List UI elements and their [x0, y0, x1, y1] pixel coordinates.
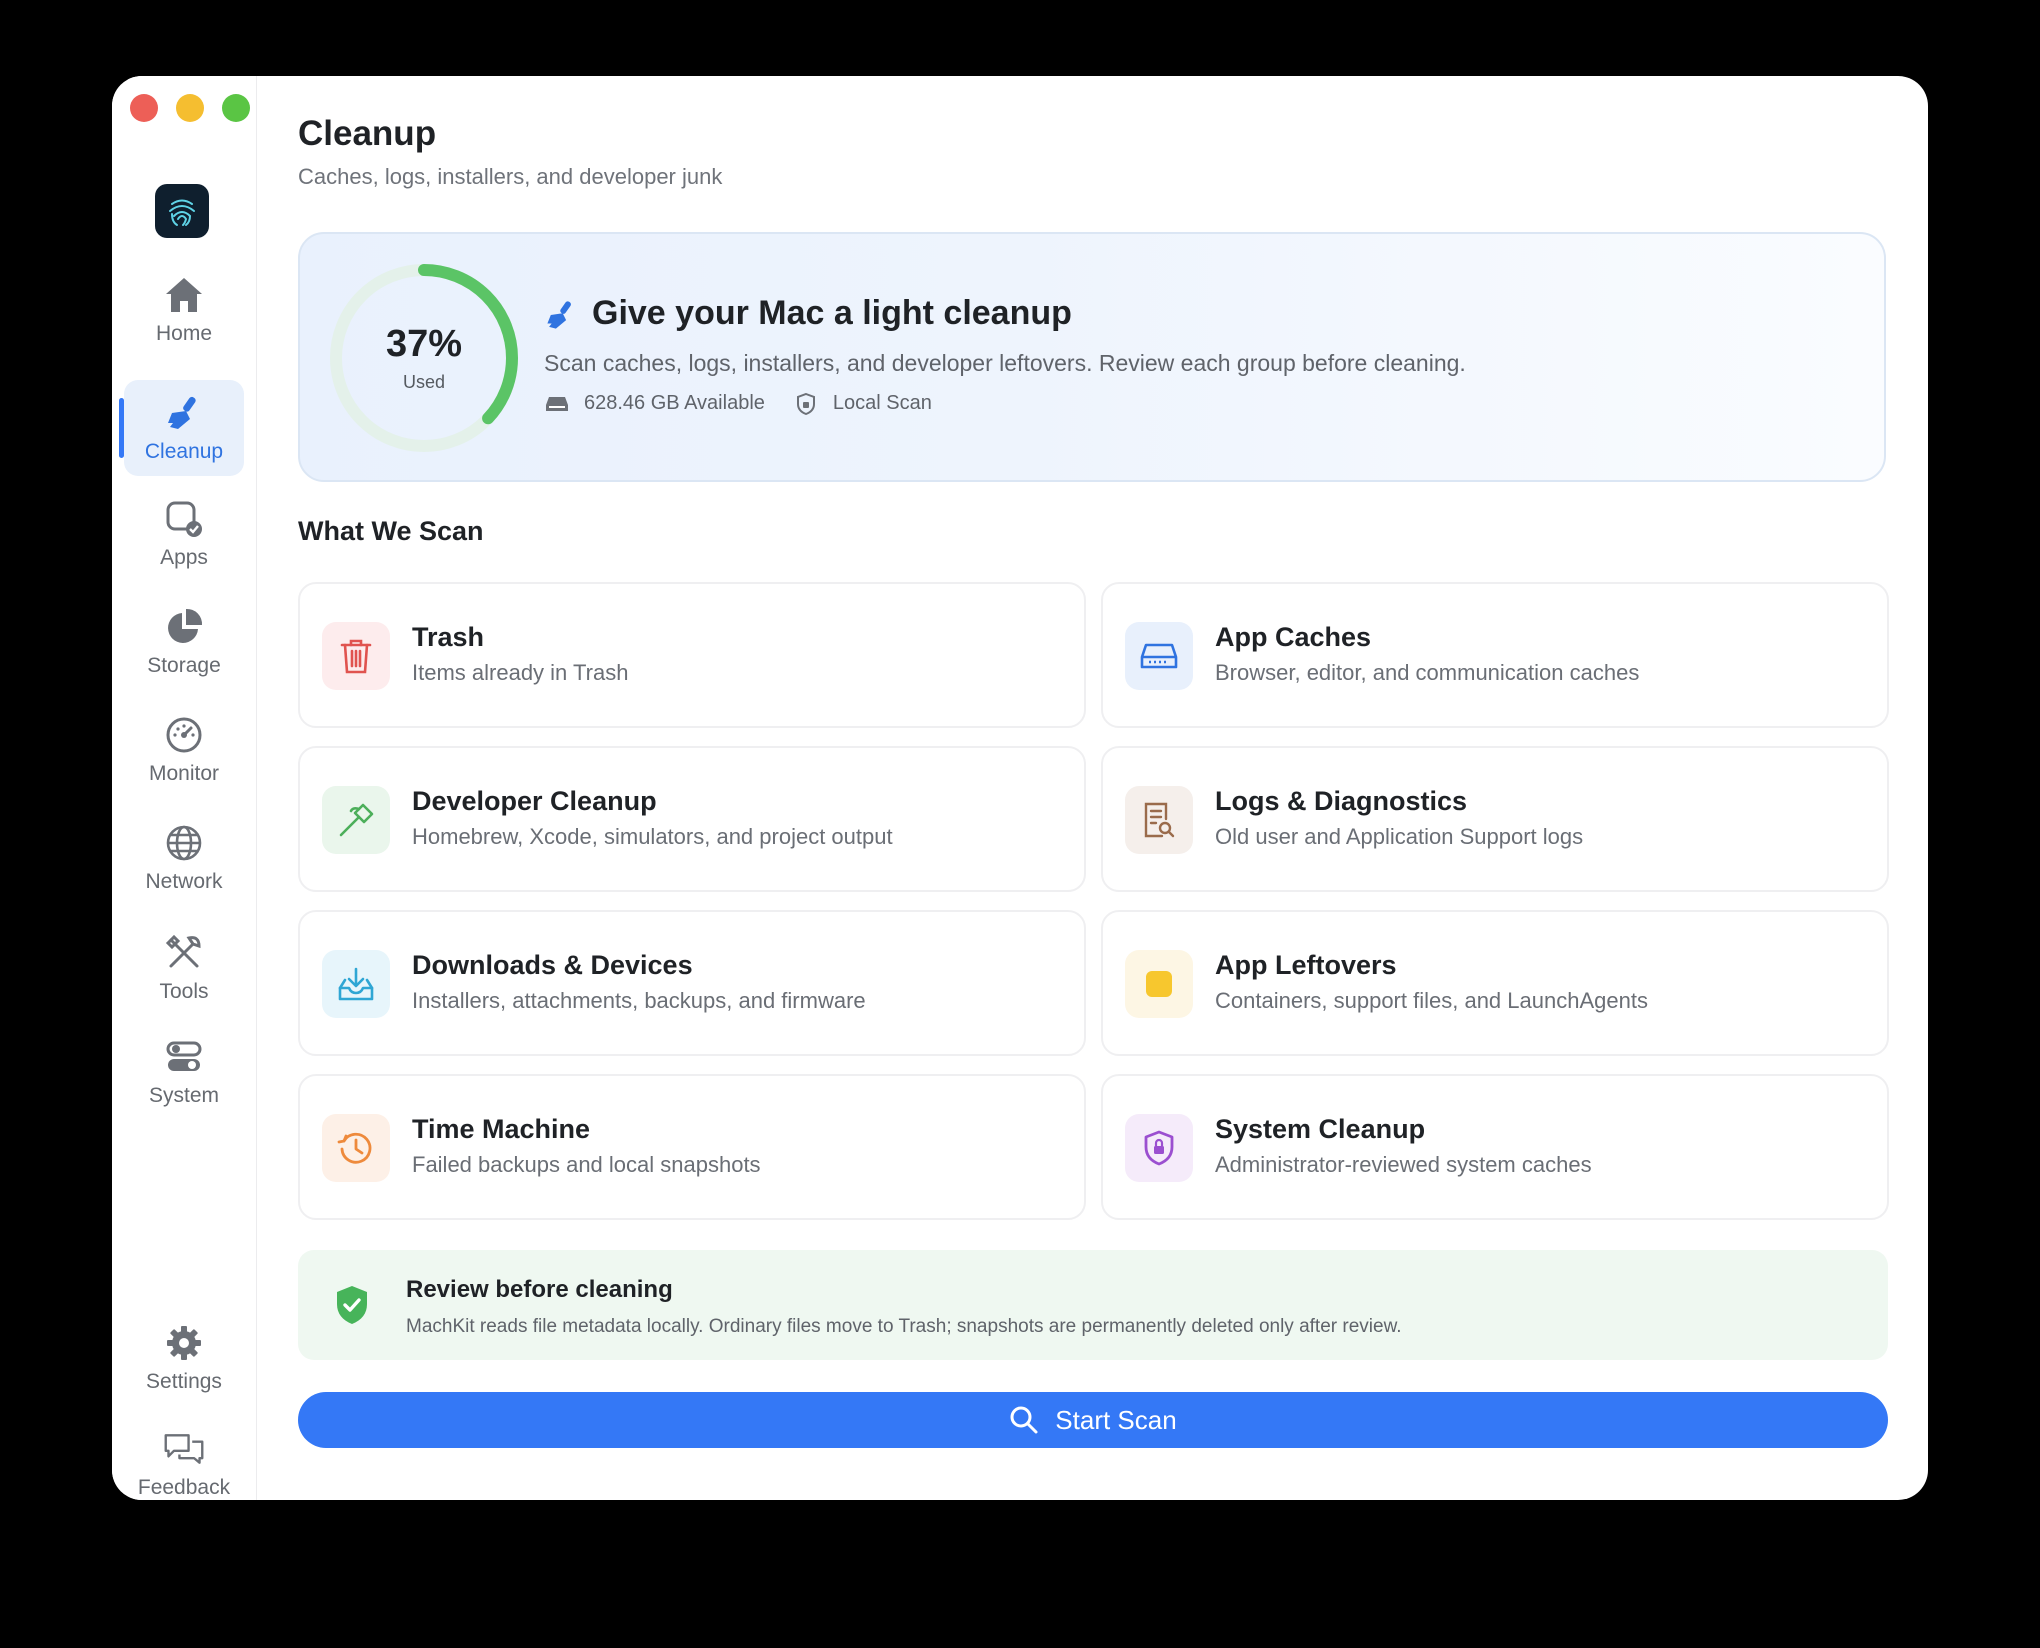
- card-subtitle: Installers, attachments, backups, and fi…: [412, 988, 866, 1013]
- card-title: App Caches: [1215, 622, 1372, 652]
- square-icon: [1125, 950, 1193, 1018]
- scan-card-time-machine[interactable]: Time Machine Failed backups and local sn…: [298, 1074, 1086, 1220]
- sidebar-item-label: Monitor: [148, 762, 220, 785]
- app-logo: [155, 184, 209, 238]
- fingerprint-icon: [169, 199, 195, 226]
- card-title: Time Machine: [412, 1114, 591, 1144]
- hammer-icon: [322, 786, 390, 854]
- start-scan-button[interactable]: Start Scan: [298, 1392, 1888, 1448]
- drive-icon: [544, 393, 570, 415]
- section-title: What We Scan: [298, 516, 484, 546]
- globe-icon: [163, 822, 205, 864]
- start-scan-label: Start Scan: [1055, 1404, 1177, 1435]
- sidebar-item-cleanup[interactable]: Cleanup: [119, 380, 244, 476]
- card-title: Developer Cleanup: [412, 786, 657, 816]
- page-title: Cleanup: [298, 114, 437, 153]
- hero-title: Give your Mac a light cleanup: [592, 294, 1072, 332]
- scan-card-developer-cleanup[interactable]: Developer Cleanup Homebrew, Xcode, simul…: [298, 746, 1086, 892]
- sidebar-item-label: Network: [145, 870, 223, 893]
- hero-description: Scan caches, logs, installers, and devel…: [544, 350, 1466, 376]
- apps-icon: [163, 498, 205, 540]
- sidebar-item-monitor[interactable]: Monitor: [124, 702, 244, 798]
- used-percent: 37%: [385, 323, 463, 365]
- scan-card-downloads-devices[interactable]: Downloads & Devices Installers, attachme…: [298, 910, 1086, 1056]
- sidebar-item-label: Tools: [159, 980, 209, 1003]
- sidebar-item-home[interactable]: Home: [124, 262, 244, 358]
- scan-card-logs-diagnostics[interactable]: Logs & Diagnostics Old user and Applicat…: [1101, 746, 1889, 892]
- card-subtitle: Items already in Trash: [412, 660, 629, 685]
- zoom-window-button[interactable]: [222, 94, 250, 122]
- sidebar-item-label: Home: [155, 322, 213, 345]
- card-subtitle: Homebrew, Xcode, simulators, and project…: [412, 824, 893, 849]
- window-controls: [130, 94, 250, 122]
- drive-icon: [1125, 622, 1193, 690]
- close-window-button[interactable]: [130, 94, 158, 122]
- gauge-icon: [163, 714, 205, 756]
- house-icon: [163, 274, 205, 316]
- card-title: Trash: [412, 622, 485, 652]
- review-notice: Review before cleaning MachKit reads fil…: [298, 1250, 1888, 1360]
- sidebar-item-system[interactable]: System: [124, 1024, 244, 1120]
- page-subtitle: Caches, logs, installers, and developer …: [298, 164, 723, 189]
- available-space: 628.46 GB Available: [584, 392, 765, 414]
- chat-bubbles-icon: [163, 1428, 205, 1470]
- card-subtitle: Failed backups and local snapshots: [412, 1152, 761, 1177]
- scan-card-app-leftovers[interactable]: App Leftovers Containers, support files,…: [1101, 910, 1889, 1056]
- pie-chart-icon: [163, 606, 205, 648]
- card-subtitle: Old user and Application Support logs: [1215, 824, 1584, 849]
- sidebar-item-apps[interactable]: Apps: [124, 486, 244, 582]
- scan-mode: Local Scan: [832, 392, 932, 414]
- tray-download-icon: [322, 950, 390, 1018]
- cleanup-hero-card: 37% Used Give your Mac a light cleanup S…: [298, 232, 1886, 482]
- sidebar-item-tools[interactable]: Tools: [124, 920, 244, 1016]
- review-title: Review before cleaning: [406, 1276, 673, 1303]
- hero-meta: 628.46 GB Available Local Scan: [544, 392, 932, 415]
- sidebar-item-label: Cleanup: [144, 440, 224, 463]
- checkmark-shield-icon: [337, 1286, 367, 1324]
- sidebar-item-storage[interactable]: Storage: [124, 594, 244, 690]
- card-subtitle: Containers, support files, and LaunchAge…: [1215, 988, 1648, 1013]
- lock-shield-icon: [1125, 1114, 1193, 1182]
- review-description: MachKit reads file metadata locally. Ord…: [406, 1316, 1402, 1337]
- clock-history-icon: [322, 1114, 390, 1182]
- search-icon: [1009, 1405, 1039, 1435]
- sidebar: Home Cleanup Apps Storage Monitor Networ…: [112, 76, 257, 1500]
- sidebar-item-label: Settings: [146, 1370, 222, 1393]
- broom-icon: [163, 392, 205, 434]
- sidebar-item-network[interactable]: Network: [124, 810, 244, 906]
- sidebar-item-feedback[interactable]: Feedback: [124, 1416, 244, 1500]
- scan-card-app-caches[interactable]: App Caches Browser, editor, and communic…: [1101, 582, 1889, 728]
- scan-card-trash[interactable]: Trash Items already in Trash: [298, 582, 1086, 728]
- used-label: Used: [402, 372, 446, 392]
- card-title: Logs & Diagnostics: [1215, 786, 1468, 816]
- sidebar-item-label: Storage: [147, 654, 221, 677]
- card-title: Downloads & Devices: [412, 950, 693, 980]
- minimize-window-button[interactable]: [176, 94, 204, 122]
- tools-icon: [163, 932, 205, 974]
- log-search-icon: [1125, 786, 1193, 854]
- gauge-text: 37% Used: [328, 262, 520, 454]
- main-content: Cleanup Caches, logs, installers, and de…: [256, 76, 1928, 1500]
- card-subtitle: Administrator-reviewed system caches: [1215, 1152, 1592, 1177]
- trash-icon: [322, 622, 390, 690]
- sidebar-item-settings[interactable]: Settings: [124, 1310, 244, 1406]
- app-window: Home Cleanup Apps Storage Monitor Networ…: [112, 76, 1928, 1500]
- card-title: App Leftovers: [1215, 950, 1397, 980]
- toggles-icon: [163, 1036, 205, 1078]
- sidebar-item-label: Apps: [160, 546, 208, 569]
- sidebar-item-label: Feedback: [137, 1476, 231, 1499]
- card-title: System Cleanup: [1215, 1114, 1426, 1144]
- gear-icon: [163, 1322, 205, 1364]
- sidebar-item-label: System: [148, 1084, 219, 1107]
- scan-card-system-cleanup[interactable]: System Cleanup Administrator-reviewed sy…: [1101, 1074, 1889, 1220]
- shield-icon: [793, 392, 819, 415]
- broom-icon: [547, 301, 571, 329]
- card-subtitle: Browser, editor, and communication cache…: [1215, 660, 1640, 685]
